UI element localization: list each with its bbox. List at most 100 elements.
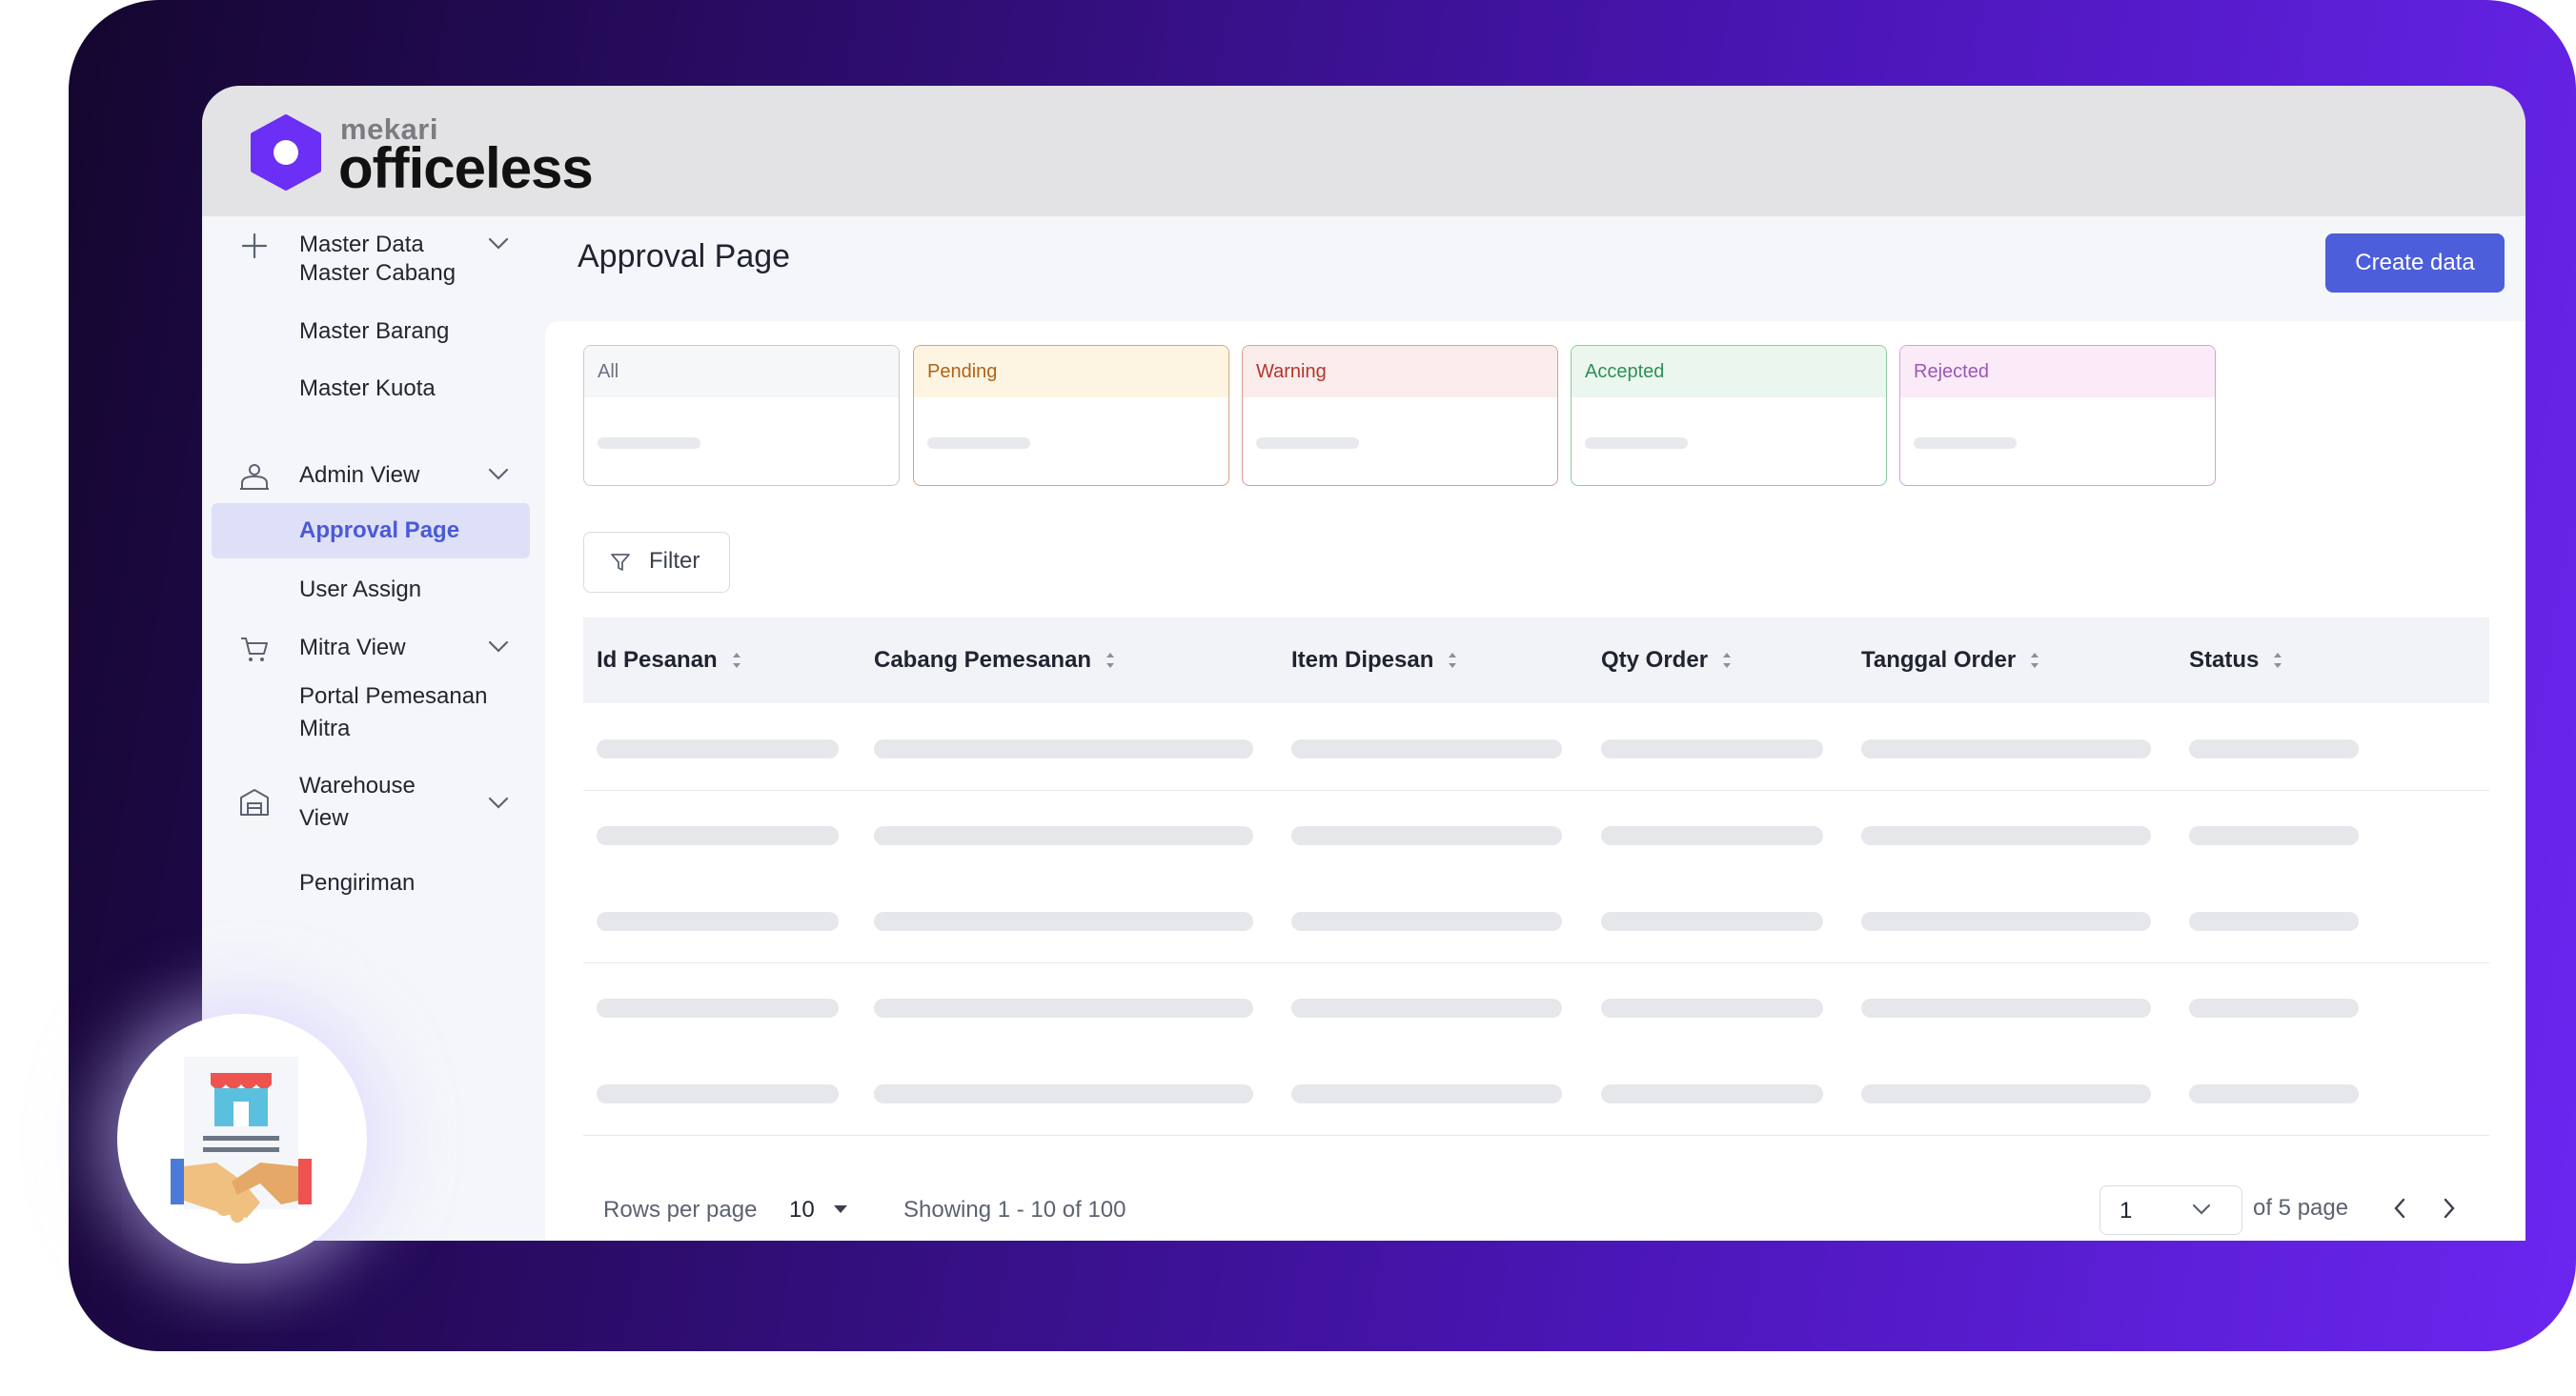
rows-per-page-value: 10: [789, 1197, 815, 1223]
create-data-button[interactable]: Create data: [2325, 233, 2505, 293]
sidebar-item-label: Approval Page: [299, 517, 460, 543]
status-card-label: Rejected: [1900, 346, 2215, 397]
sort-icon[interactable]: [731, 650, 742, 671]
cell-skeleton: [874, 998, 1253, 1018]
chevron-down-icon: [2192, 1204, 2211, 1215]
sidebar-group-label: Admin View: [299, 462, 420, 488]
status-card-warning[interactable]: Warning: [1242, 345, 1558, 486]
sidebar-group-mitra-view[interactable]: Mitra View: [212, 619, 530, 677]
page-number-select[interactable]: 1: [2099, 1185, 2242, 1235]
cell-skeleton: [1861, 1084, 2151, 1103]
status-card-label: Pending: [914, 346, 1228, 397]
sidebar-item-label: Pengiriman: [299, 870, 416, 896]
cell-skeleton: [2189, 998, 2359, 1018]
chevron-right-icon[interactable]: [2442, 1197, 2457, 1220]
cell-skeleton: [1291, 998, 1562, 1018]
app-header: mekari officeless: [202, 86, 2525, 216]
logo-hexagon-icon: [251, 114, 321, 191]
chevron-down-icon: [488, 640, 509, 653]
table-row[interactable]: [583, 704, 2489, 791]
cart-icon: [241, 637, 268, 661]
column-header[interactable]: Cabang Pemesanan: [874, 617, 1116, 703]
chevron-left-icon[interactable]: [2392, 1197, 2407, 1220]
sidebar-group-warehouse-view[interactable]: Warehouse View: [212, 767, 530, 836]
cell-skeleton: [1291, 739, 1562, 759]
cell-skeleton: [874, 1084, 1253, 1103]
column-header-label: Cabang Pemesanan: [874, 647, 1092, 673]
cell-skeleton: [1601, 912, 1823, 931]
showing-range: Showing 1 - 10 of 100: [903, 1197, 1126, 1223]
cell-skeleton: [1601, 1084, 1823, 1103]
sidebar-item-master-cabang[interactable]: Master Cabang: [212, 246, 530, 301]
sidebar-item-master-barang[interactable]: Master Barang: [212, 304, 530, 359]
cell-skeleton: [1291, 912, 1562, 931]
cell-skeleton: [2189, 739, 2359, 759]
column-header[interactable]: Tanggal Order: [1861, 617, 2040, 703]
rows-per-page-label: Rows per page: [603, 1197, 758, 1223]
handshake-icon: [171, 1057, 312, 1223]
status-card-all[interactable]: All: [583, 345, 900, 486]
sort-icon[interactable]: [1447, 650, 1458, 671]
cell-skeleton: [597, 912, 839, 931]
column-header[interactable]: Id Pesanan: [597, 617, 742, 703]
column-header[interactable]: Status: [2189, 617, 2283, 703]
page-title: Approval Page: [578, 238, 791, 274]
page-number-value: 1: [2120, 1198, 2133, 1224]
table-row[interactable]: [583, 962, 2489, 1050]
cell-skeleton: [1601, 739, 1823, 759]
cell-skeleton: [2189, 1084, 2359, 1103]
sidebar-item-portal-pemesanan-mitra[interactable]: Portal Pemesanan Mitra: [212, 680, 530, 747]
filter-button[interactable]: Filter: [583, 532, 730, 593]
sidebar-item-label: User Assign: [299, 577, 422, 602]
cell-skeleton: [2189, 825, 2359, 845]
status-card-label: Accepted: [1572, 346, 1886, 397]
sidebar-item-label: Master Kuota: [299, 375, 436, 401]
sidebar-item-label: Master Barang: [299, 318, 450, 344]
table-row[interactable]: [583, 1049, 2489, 1136]
sort-icon[interactable]: [1105, 650, 1116, 671]
total-pages-label: of 5 page: [2253, 1195, 2349, 1221]
sidebar-item-approval-page[interactable]: Approval Page: [212, 503, 530, 558]
column-header-label: Status: [2189, 647, 2260, 673]
status-card-count-skeleton: [598, 437, 700, 449]
status-card-rejected[interactable]: Rejected: [1899, 345, 2216, 486]
cell-skeleton: [1861, 825, 2151, 845]
cell-skeleton: [597, 739, 839, 759]
table-row[interactable]: [583, 877, 2489, 963]
warehouse-icon: [240, 789, 269, 816]
table-header: Id Pesanan Cabang Pemesanan Item Dipesan Qt…: [583, 617, 2489, 703]
rows-per-page-select[interactable]: 10: [787, 1189, 854, 1227]
cell-skeleton: [1291, 825, 1562, 845]
column-header-label: Item Dipesan: [1291, 647, 1434, 673]
cell-skeleton: [1601, 998, 1823, 1018]
status-card-count-skeleton: [1585, 437, 1688, 449]
cell-skeleton: [1861, 739, 2151, 759]
status-card-label: All: [584, 346, 899, 397]
status-card-accepted[interactable]: Accepted: [1571, 345, 1887, 486]
column-header[interactable]: Qty Order: [1601, 617, 1733, 703]
column-header[interactable]: Item Dipesan: [1291, 617, 1458, 703]
filter-label: Filter: [649, 548, 700, 574]
status-card-pending[interactable]: Pending: [913, 345, 1229, 486]
status-card-count-skeleton: [1914, 437, 2017, 449]
cell-skeleton: [1861, 998, 2151, 1018]
chevron-down-icon: [488, 797, 509, 809]
handshake-store-illustration: [117, 1014, 367, 1264]
cell-skeleton: [597, 998, 839, 1018]
sidebar-group-admin-view[interactable]: Admin View: [212, 447, 530, 504]
sidebar-group-label-line2: View: [299, 805, 349, 831]
sort-icon[interactable]: [1721, 650, 1733, 671]
admin-user-icon: [240, 464, 269, 490]
sort-icon[interactable]: [2272, 650, 2283, 671]
cell-skeleton: [597, 825, 839, 845]
sort-icon[interactable]: [2029, 650, 2040, 671]
sidebar-item-user-assign[interactable]: User Assign: [212, 562, 530, 617]
sidebar-item-pengiriman[interactable]: Pengiriman: [212, 856, 530, 911]
cell-skeleton: [1601, 825, 1823, 845]
sidebar-item-label: Master Cabang: [299, 260, 456, 286]
caret-down-icon: [834, 1205, 847, 1213]
table-row[interactable]: [583, 790, 2489, 878]
sidebar-item-master-kuota[interactable]: Master Kuota: [212, 361, 530, 416]
cell-skeleton: [874, 825, 1253, 845]
cell-skeleton: [874, 739, 1253, 759]
